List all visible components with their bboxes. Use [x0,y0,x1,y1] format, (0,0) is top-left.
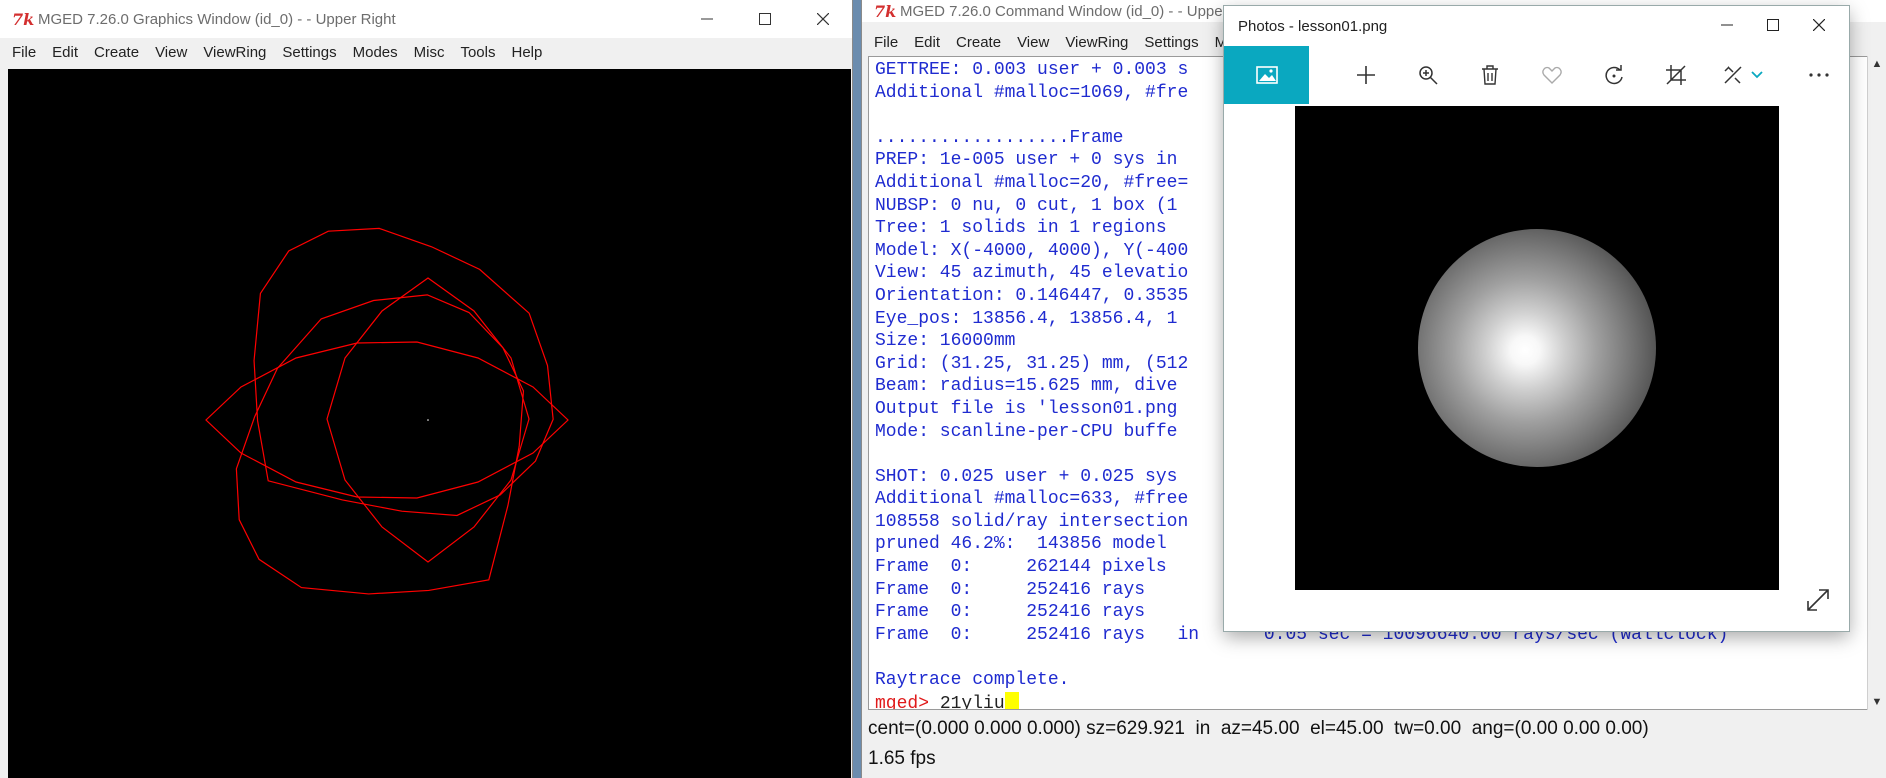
minimize-icon [701,18,713,20]
crop-button[interactable] [1646,46,1706,104]
menu-viewring[interactable]: ViewRing [1065,34,1128,51]
menu-edit[interactable]: Edit [52,44,78,61]
view-status-line: cent=(0.000 0.000 0.000) sz=629.921 in a… [868,718,1649,739]
menu-settings[interactable]: Settings [1144,34,1198,51]
command-prompt: mged> [875,693,930,710]
console-scrollbar[interactable]: ▲ ▼ [1867,56,1886,710]
image-icon [1255,66,1278,84]
chevron-down-icon [1751,71,1763,79]
close-button[interactable] [794,0,852,38]
menu-edit[interactable]: Edit [914,34,940,51]
graphics-menu-bar: File Edit Create View ViewRing Settings … [0,38,852,66]
photos-window: Photos - lesson01.png [1224,6,1849,631]
more-icon [1809,73,1829,77]
menu-create[interactable]: Create [94,44,139,61]
close-button[interactable] [1790,6,1848,44]
expand-icon[interactable] [1805,587,1831,613]
close-icon [817,13,829,25]
minimize-icon [1721,24,1733,26]
command-window-title: MGED 7.26.0 Command Window (id_0) - - Up… [900,2,1228,20]
photos-window-title: Photos - lesson01.png [1238,17,1388,35]
menu-view[interactable]: View [1017,34,1049,51]
view-center-dot [427,419,429,421]
text-cursor [1004,691,1019,709]
rotate-icon [1605,65,1623,85]
photos-title-bar[interactable]: Photos - lesson01.png [1224,6,1849,46]
maximize-icon [1767,19,1779,31]
graphics-title-bar[interactable]: 7k MGED 7.26.0 Graphics Window (id_0) - … [0,0,852,38]
image-view-button[interactable] [1224,46,1309,104]
scroll-down-arrow-icon[interactable]: ▼ [1868,694,1886,710]
rotate-button[interactable] [1584,46,1644,104]
image-display [1295,106,1779,590]
wireframe-ellipse-2 [253,227,554,517]
tk-logo-icon: 7k [12,9,35,29]
menu-misc[interactable]: Misc [414,44,445,61]
menu-viewring[interactable]: ViewRing [203,44,266,61]
menu-help[interactable]: Help [512,44,543,61]
graphics-window: 7k MGED 7.26.0 Graphics Window (id_0) - … [0,0,852,778]
wireframe-sphere [205,227,569,595]
maximize-icon [759,13,771,25]
add-icon [1357,66,1375,84]
menu-view[interactable]: View [155,44,187,61]
edit-icon [1724,66,1742,84]
zoom-icon [1419,66,1438,85]
delete-icon [1482,65,1498,85]
minimize-button[interactable] [678,0,736,38]
rendered-sphere-image [1418,229,1656,467]
menu-file[interactable]: File [874,34,898,51]
menu-create[interactable]: Create [956,34,1001,51]
wireframe-ellipse-1 [235,294,525,595]
menu-file[interactable]: File [12,44,36,61]
add-button[interactable] [1336,46,1396,104]
graphics-viewport[interactable] [8,69,851,778]
command-input[interactable]: 21yliu [940,694,1005,709]
delete-button[interactable] [1460,46,1520,104]
fps-readout: 1.65 fps [868,748,936,769]
maximize-button[interactable] [736,0,794,38]
more-button[interactable] [1789,46,1849,104]
menu-tools[interactable]: Tools [460,44,495,61]
photos-toolbar [1224,46,1849,104]
edit-button[interactable] [1708,46,1778,104]
scroll-up-arrow-icon[interactable]: ▲ [1868,56,1886,72]
menu-modes[interactable]: Modes [353,44,398,61]
tk-logo-icon: 7k [874,1,897,21]
crop-icon [1666,65,1686,85]
command-prompt-line[interactable]: mged> 21yliu [875,691,1867,710]
close-icon [1813,19,1825,31]
favorite-icon [1542,66,1562,84]
console-line: Raytrace complete. [875,670,1070,691]
menu-settings[interactable]: Settings [282,44,336,61]
status-bar: cent=(0.000 0.000 0.000) sz=629.921 in a… [862,712,1886,778]
zoom-button[interactable] [1398,46,1458,104]
favorite-button[interactable] [1522,46,1582,104]
graphics-window-title: MGED 7.26.0 Graphics Window (id_0) - - U… [38,10,396,28]
